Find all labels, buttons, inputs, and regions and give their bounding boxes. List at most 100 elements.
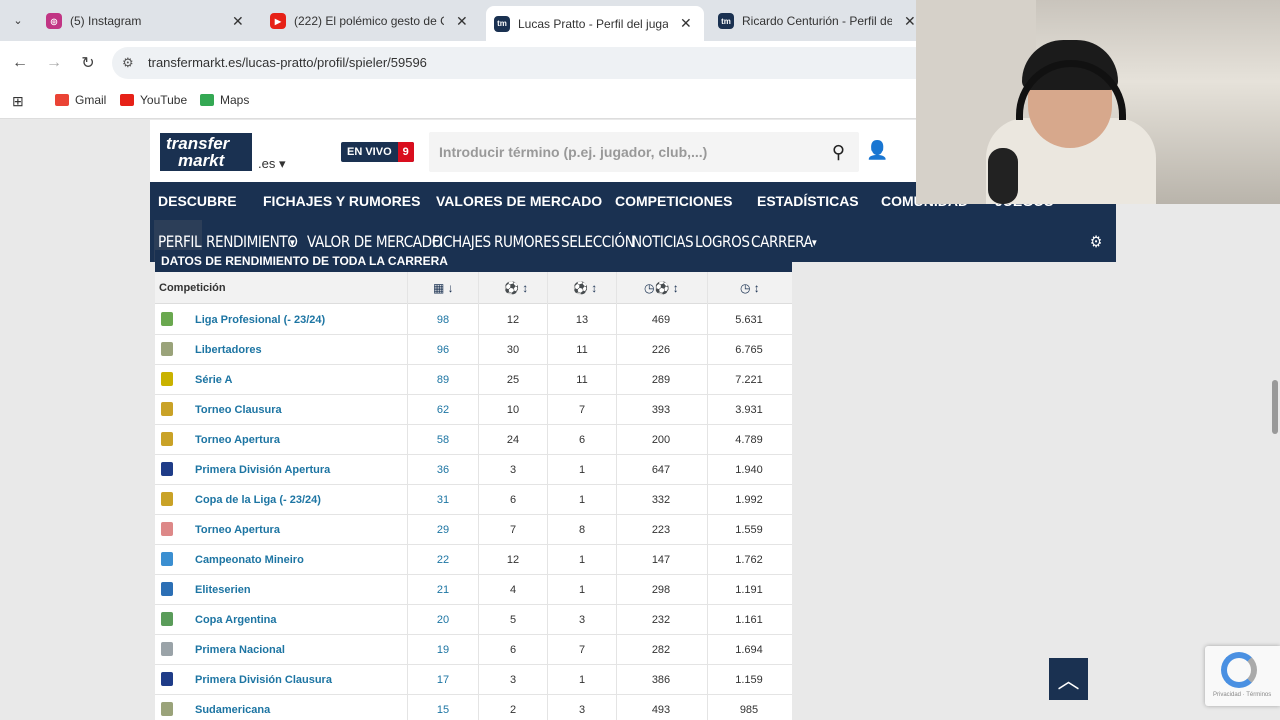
stat-apps[interactable]: 22 — [408, 554, 478, 566]
competition-link[interactable]: Primera Nacional — [195, 644, 285, 656]
apps-grid-icon[interactable]: ⊞ — [12, 93, 24, 110]
stat-mpg: 289 — [651, 374, 671, 386]
competition-link[interactable]: Sudamericana — [195, 704, 270, 716]
competition-link[interactable]: Torneo Clausura — [195, 404, 282, 416]
competition-link[interactable]: Série A — [195, 374, 233, 386]
competition-link[interactable]: Libertadores — [195, 344, 262, 356]
competition-logo-icon[interactable] — [161, 642, 173, 656]
search-input[interactable]: Introducir término (p.ej. jugador, club,… — [429, 132, 859, 172]
competition-logo-icon[interactable] — [161, 612, 173, 626]
stat-mpg: 226 — [651, 344, 671, 356]
bookmark-gmail[interactable]: Gmail — [55, 93, 106, 107]
close-icon[interactable]: ✕ — [456, 13, 468, 30]
tab-carrera[interactable]: CARRERA — [751, 232, 813, 251]
competition-link[interactable]: Eliteserien — [195, 584, 251, 596]
tab-title: (222) El polémico gesto de Cen — [294, 14, 444, 28]
competition-logo-icon[interactable] — [161, 702, 173, 716]
tab-youtube[interactable]: ▶ (222) El polémico gesto de Cen ✕ — [262, 6, 468, 36]
chevron-down-icon[interactable]: ▾ — [290, 236, 295, 249]
competition-logo-icon[interactable] — [161, 402, 173, 416]
table-row: Série A 89 25 11 289 7.221 — [155, 365, 792, 395]
stat-apps[interactable]: 62 — [408, 404, 478, 416]
nav-fichajes-rumores[interactable]: FICHAJES Y RUMORES — [263, 193, 420, 209]
competition-link[interactable]: Torneo Apertura — [195, 434, 280, 446]
stat-apps[interactable]: 17 — [408, 674, 478, 686]
stat-apps[interactable]: 15 — [408, 704, 478, 716]
competition-logo-icon[interactable] — [161, 582, 173, 596]
competition-logo-icon[interactable] — [161, 522, 173, 536]
nav-competiciones[interactable]: COMPETICIONES — [615, 193, 732, 209]
tab-logros[interactable]: LOGROS — [695, 232, 750, 251]
minutes-icon[interactable]: ◷ ↕ — [740, 281, 760, 295]
competition-logo-icon[interactable] — [161, 672, 173, 686]
url-text[interactable]: transfermarkt.es/lucas-pratto/profil/spi… — [148, 55, 427, 70]
stat-apps[interactable]: 58 — [408, 434, 478, 446]
stat-apps[interactable]: 21 — [408, 584, 478, 596]
recaptcha-badge[interactable]: Privacidad · Términos — [1205, 646, 1280, 706]
back-icon[interactable]: ← — [8, 51, 32, 75]
competition-logo-icon[interactable] — [161, 372, 173, 386]
domain-selector[interactable]: .es ▾ — [258, 156, 285, 172]
stat-apps[interactable]: 19 — [408, 644, 478, 656]
tab-lucas-pratto[interactable]: tm Lucas Pratto - Perfil del jugador ✕ — [486, 6, 704, 41]
gear-icon[interactable]: ⚙ — [1090, 232, 1102, 251]
tab-fichajes[interactable]: FICHAJES — [432, 232, 491, 251]
tab-search-dropdown-icon[interactable]: ⌄ — [6, 8, 30, 32]
user-search-icon[interactable]: 👤 — [866, 140, 888, 161]
competition-link[interactable]: Primera División Clausura — [195, 674, 332, 686]
nav-descubre[interactable]: DESCUBRE — [158, 193, 237, 209]
competition-link[interactable]: Torneo Apertura — [195, 524, 280, 536]
stat-assists: 3 — [578, 704, 586, 716]
bookmark-youtube[interactable]: YouTube — [120, 93, 187, 107]
stat-apps[interactable]: 98 — [408, 314, 478, 326]
competition-link[interactable]: Liga Profesional (- 23/24) — [195, 314, 325, 326]
tab-perfil[interactable]: PERFIL — [158, 232, 202, 251]
tab-valor-mercado[interactable]: VALOR DE MERCADO — [307, 232, 442, 251]
tab-instagram[interactable]: ◎ (5) Instagram ✕ — [38, 6, 244, 36]
tab-seleccion[interactable]: SELECCIÓN — [561, 232, 635, 251]
stat-apps[interactable]: 29 — [408, 524, 478, 536]
chevron-down-icon[interactable]: ▾ — [812, 236, 817, 249]
page-scrollbar[interactable] — [1272, 380, 1278, 434]
forward-icon[interactable]: → — [42, 51, 66, 75]
table-row: Sudamericana 15 2 3 493 985 — [155, 695, 792, 720]
competition-logo-icon[interactable] — [161, 492, 173, 506]
assists-icon[interactable]: ⚽ ↕ — [573, 281, 597, 295]
competition-link[interactable]: Campeonato Mineiro — [195, 554, 304, 566]
search-icon[interactable]: ⚲ — [832, 142, 845, 163]
live-count-badge: 9 — [397, 142, 414, 162]
scroll-to-top-button[interactable]: ︿ — [1049, 658, 1088, 700]
recaptcha-links[interactable]: Privacidad · Términos — [1213, 692, 1271, 698]
competition-logo-icon[interactable] — [161, 342, 173, 356]
competition-logo-icon[interactable] — [161, 432, 173, 446]
stat-apps[interactable]: 31 — [408, 494, 478, 506]
close-icon[interactable]: ✕ — [904, 13, 916, 30]
tab-noticias[interactable]: NOTICIAS — [632, 232, 694, 251]
competition-link[interactable]: Copa Argentina — [195, 614, 277, 626]
competition-logo-icon[interactable] — [161, 552, 173, 566]
site-info-icon[interactable]: ⚙ — [122, 55, 134, 71]
tab-ricardo-centurion[interactable]: tm Ricardo Centurión - Perfil del ju ✕ — [710, 6, 916, 36]
minutes-per-goal-icon[interactable]: ◷⚽ ↕ — [644, 281, 679, 295]
competition-logo-icon[interactable] — [161, 312, 173, 326]
nav-estadisticas[interactable]: ESTADÍSTICAS — [757, 193, 859, 209]
close-icon[interactable]: ✕ — [232, 13, 244, 30]
competition-logo-icon[interactable] — [161, 462, 173, 476]
transfermarkt-icon: tm — [494, 15, 510, 32]
stat-apps[interactable]: 20 — [408, 614, 478, 626]
tab-rumores[interactable]: RUMORES — [494, 232, 560, 251]
competition-link[interactable]: Copa de la Liga (- 23/24) — [195, 494, 321, 506]
stat-apps[interactable]: 89 — [408, 374, 478, 386]
appearances-icon[interactable]: ▦ ↓ — [433, 281, 454, 295]
live-button[interactable]: EN VIVO 9 — [341, 142, 414, 162]
stat-apps[interactable]: 96 — [408, 344, 478, 356]
tab-rendimiento[interactable]: RENDIMIENTO — [206, 232, 298, 251]
bookmark-maps[interactable]: Maps — [200, 93, 249, 107]
transfermarkt-logo[interactable]: transfer markt — [160, 133, 252, 171]
competition-link[interactable]: Primera División Apertura — [195, 464, 330, 476]
reload-icon[interactable]: ↻ — [76, 51, 100, 75]
goals-icon[interactable]: ⚽ ↕ — [504, 281, 528, 295]
close-icon[interactable]: ✕ — [680, 15, 692, 32]
nav-valores-mercado[interactable]: VALORES DE MERCADO — [436, 193, 602, 209]
stat-apps[interactable]: 36 — [408, 464, 478, 476]
